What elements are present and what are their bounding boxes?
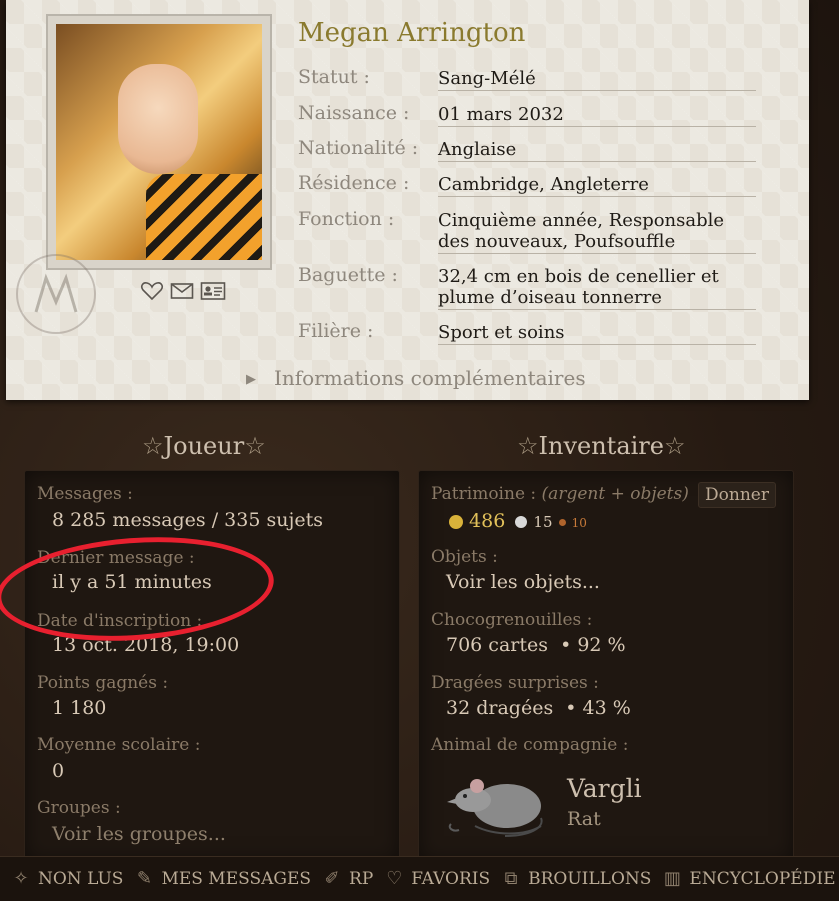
- objets-link[interactable]: Voir les objets...: [446, 571, 600, 593]
- dragees-value: 32 dragées • 43 %: [446, 697, 631, 719]
- messages-value: 8 285 messages / 335 sujets: [52, 509, 323, 531]
- naissance-value: 01 mars 2032: [438, 104, 756, 127]
- pet-name: Vargli: [567, 774, 642, 803]
- nav-rp-label: RP: [349, 869, 374, 889]
- more-info-toggle[interactable]: ▶ Informations complémentaires: [246, 366, 586, 390]
- rat-image: [445, 770, 545, 840]
- choco-count: 706 cartes: [446, 634, 548, 656]
- nav-non-lus[interactable]: ✧ NON LUS: [10, 868, 123, 890]
- give-button[interactable]: Donner: [698, 482, 776, 508]
- points-label: Points gagnés :: [37, 673, 169, 693]
- silver-coin-icon: [515, 516, 528, 528]
- currency-row: 486 15 10: [449, 510, 587, 532]
- nav-mes-messages-label: MES MESSAGES: [161, 869, 312, 889]
- dragees-count: 32 dragées: [446, 697, 554, 719]
- groupes-label: Groupes :: [37, 798, 121, 818]
- bronze-coin-icon: [558, 518, 566, 526]
- nav-favoris-label: FAVORIS: [411, 869, 491, 889]
- inventaire-title: ☆Inventaire☆: [517, 432, 686, 460]
- residence-value: Cambridge, Angleterre: [438, 174, 756, 197]
- heart-icon: ♡: [386, 868, 403, 889]
- drafts-icon: ⧉: [504, 868, 518, 889]
- sparkle-icon: ✧: [13, 868, 29, 889]
- filiere-label: Filière :: [298, 320, 374, 342]
- bronze-amount: 10: [571, 516, 587, 530]
- patrimoine-label: Patrimoine : (argent + objets): [431, 484, 689, 504]
- filiere-value: Sport et soins: [438, 322, 756, 345]
- choco-label: Chocogrenouilles :: [431, 610, 593, 630]
- nationalite-label: Nationalité :: [298, 137, 419, 159]
- messages-label: Messages :: [37, 484, 133, 504]
- points-value: 1 180: [52, 697, 107, 719]
- objets-label: Objets :: [431, 547, 498, 567]
- nav-encyclopedie-label: ENCYCLOPÉDIE: [689, 869, 836, 889]
- nationalite-value: Anglaise: [438, 139, 756, 162]
- heart-icon[interactable]: [140, 281, 164, 301]
- avatar-frame: [46, 14, 272, 270]
- star-icon: ☆: [663, 432, 686, 460]
- id-card-icon[interactable]: [200, 281, 226, 301]
- profile-card: Megan Arrington Statut : Sang-Mélé Naiss…: [6, 0, 809, 400]
- star-icon: ☆: [142, 432, 164, 460]
- groupes-link[interactable]: Voir les groupes...: [52, 823, 226, 845]
- statut-label: Statut :: [298, 66, 370, 88]
- dragees-label: Dragées surprises :: [431, 673, 599, 693]
- baguette-value: 32,4 cm en bois de cenellier et plume d’…: [438, 266, 756, 310]
- gold-amount: 486: [469, 510, 506, 532]
- fonction-value: Cinquième année, Responsable des nouveau…: [438, 210, 756, 254]
- seal-watermark: [16, 254, 96, 334]
- nav-rp[interactable]: ✐ RP: [321, 868, 373, 890]
- nav-non-lus-label: NON LUS: [38, 869, 124, 889]
- statut-value: Sang-Mélé: [438, 68, 756, 91]
- star-icon: ☆: [517, 432, 539, 460]
- naissance-label: Naissance :: [298, 102, 410, 124]
- silver-amount: 15: [533, 513, 553, 531]
- gold-coin-icon: [449, 515, 463, 529]
- nav-encyclopedie[interactable]: ▥ ENCYCLOPÉDIE: [661, 868, 836, 890]
- more-info-label: Informations complémentaires: [274, 366, 586, 390]
- feather-icon: ✐: [324, 868, 340, 889]
- joueur-title-text: Joueur: [163, 432, 245, 460]
- pet-type: Rat: [567, 808, 601, 830]
- residence-label: Résidence :: [298, 172, 410, 194]
- dragees-percent: • 43 %: [565, 697, 631, 719]
- nav-mes-messages[interactable]: ✎ MES MESSAGES: [133, 868, 311, 890]
- inventaire-title-text: Inventaire: [538, 432, 664, 460]
- patrimoine-note: (argent + objets): [541, 484, 689, 504]
- triangle-right-icon: ▶: [246, 372, 256, 387]
- joueur-title: ☆Joueur☆: [142, 432, 266, 460]
- choco-value: 706 cartes • 92 %: [446, 634, 626, 656]
- character-name: Megan Arrington: [298, 18, 526, 48]
- patrimoine-label-text: Patrimoine :: [431, 484, 537, 504]
- nav-favoris[interactable]: ♡ FAVORIS: [383, 868, 490, 890]
- fonction-label: Fonction :: [298, 208, 395, 230]
- bottom-nav: ✧ NON LUS ✎ MES MESSAGES ✐ RP ♡ FAVORIS …: [0, 856, 839, 901]
- baguette-label: Baguette :: [298, 264, 398, 286]
- moyenne-value: 0: [52, 760, 65, 782]
- quill-icon: ✎: [136, 868, 152, 889]
- animal-label: Animal de compagnie :: [431, 735, 629, 755]
- star-icon: ☆: [244, 432, 266, 460]
- nav-brouillons-label: BROUILLONS: [528, 869, 652, 889]
- mail-icon[interactable]: [170, 281, 194, 301]
- nav-brouillons[interactable]: ⧉ BROUILLONS: [500, 868, 652, 890]
- avatar[interactable]: [56, 24, 262, 260]
- choco-percent: • 92 %: [560, 634, 626, 656]
- books-icon: ▥: [663, 868, 681, 889]
- moyenne-label: Moyenne scolaire :: [37, 735, 201, 755]
